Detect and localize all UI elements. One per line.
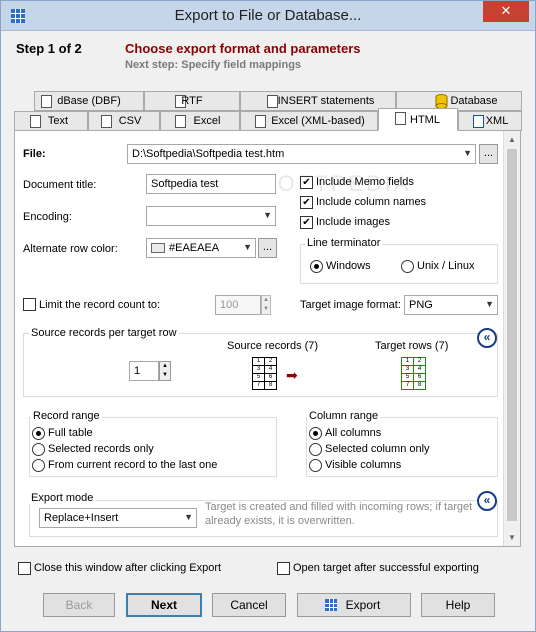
record-range-label: Record range — [31, 410, 102, 422]
next-step-hint: Next step: Specify field mappings — [125, 59, 302, 71]
html-options-panel: ▲ ▼ SOFTPEDIA File: D:\Softpedia\Softped… — [14, 130, 521, 547]
arrow-right-icon: ➡ — [286, 367, 298, 383]
scroll-thumb[interactable] — [507, 149, 517, 521]
target-image-format-select[interactable]: PNG ▼ — [404, 295, 498, 315]
limit-record-count-input[interactable]: 100 — [215, 295, 261, 315]
target-image-format-label: Target image format: — [300, 299, 401, 311]
file-path-input[interactable]: D:\Softpedia\Softpedia test.htm ▼ — [127, 144, 476, 164]
export-grid-icon — [325, 599, 337, 611]
open-after-export-checkbox[interactable] — [277, 562, 290, 575]
tab-insert-statements[interactable]: INSERT statements — [240, 91, 396, 111]
column-range-all-radio[interactable] — [309, 427, 322, 440]
window-title: Export to File or Database... — [174, 7, 362, 24]
chevron-down-icon: ▼ — [463, 148, 472, 158]
close-icon: ✕ — [500, 3, 512, 18]
alternate-row-color-label: Alternate row color: — [23, 243, 118, 255]
file-path-value: D:\Softpedia\Softpedia test.htm — [132, 148, 285, 160]
export-mode-select[interactable]: Replace+Insert ▼ — [39, 508, 197, 528]
source-per-target-input[interactable]: 1 — [129, 361, 159, 381]
pick-color-button[interactable]: ... — [258, 238, 277, 258]
browse-file-button[interactable]: ... — [479, 144, 498, 164]
help-button[interactable]: Help — [421, 593, 495, 617]
selected-column-label: Selected column only — [325, 443, 430, 455]
document-title-input[interactable]: Softpedia test — [146, 174, 276, 194]
all-columns-label: All columns — [325, 427, 382, 439]
line-terminator-windows-radio[interactable] — [310, 260, 323, 273]
export-window: Export to File or Database... ✕ Step 1 o… — [0, 0, 536, 632]
include-images-label: Include images — [316, 216, 390, 228]
tab-rtf[interactable]: RTF — [144, 91, 240, 111]
include-column-names-checkbox[interactable] — [300, 196, 313, 209]
include-images-checkbox[interactable] — [300, 216, 313, 229]
column-range-visible-radio[interactable] — [309, 459, 322, 472]
tab-text[interactable]: Text — [14, 111, 88, 131]
export-mode-description: Target is created and filled with incomi… — [205, 501, 473, 527]
include-memo-checkbox[interactable] — [300, 176, 313, 189]
windows-label: Windows — [326, 260, 371, 272]
tab-excel-xml[interactable]: Excel (XML-based) — [240, 111, 378, 131]
title-bar: Export to File or Database... ✕ — [1, 1, 535, 31]
export-mode-value: Replace+Insert — [44, 512, 119, 524]
chevron-down-icon: ▼ — [184, 512, 193, 522]
record-range-selected-radio[interactable] — [32, 443, 45, 456]
current-record-label: From current record to the last one — [48, 459, 218, 471]
vertical-scrollbar[interactable]: ▲ ▼ — [503, 131, 520, 546]
include-column-names-label: Include column names — [316, 196, 427, 208]
tab-excel[interactable]: Excel — [160, 111, 240, 131]
file-label: File: — [23, 148, 46, 160]
color-value: #EAEAEA — [169, 242, 220, 254]
collapse-chevron-icon[interactable]: « — [477, 491, 497, 511]
source-records-grid-icon: 12 34 56 78 — [252, 357, 277, 390]
column-range-label: Column range — [307, 410, 381, 422]
tab-csv[interactable]: CSV — [88, 111, 160, 131]
tab-html[interactable]: HTML — [378, 108, 458, 131]
limit-record-count-label: Limit the record count to: — [39, 299, 161, 311]
export-button[interactable]: Export — [297, 593, 411, 617]
record-range-full-radio[interactable] — [32, 427, 45, 440]
tab-dbase[interactable]: dBase (DBF) — [34, 91, 144, 111]
limit-record-count-checkbox[interactable] — [23, 298, 36, 311]
close-after-export-label: Close this window after clicking Export — [34, 562, 222, 574]
target-rows-grid-icon: 12 34 56 78 — [401, 357, 426, 390]
tab-xml[interactable]: XML — [458, 111, 522, 131]
line-terminator-unix-radio[interactable] — [401, 260, 414, 273]
source-per-target-label: Source records per target row — [29, 327, 179, 339]
scroll-up-icon[interactable]: ▲ — [508, 135, 516, 144]
unix-label: Unix / Linux — [417, 260, 475, 272]
export-mode-label: Export mode — [29, 492, 96, 504]
limit-spinner[interactable]: ▲ ▼ — [261, 295, 271, 315]
selected-records-label: Selected records only — [48, 443, 154, 455]
step-indicator: Step 1 of 2 — [16, 41, 82, 56]
scroll-down-icon[interactable]: ▼ — [508, 533, 516, 542]
target-image-format-value: PNG — [409, 299, 433, 311]
cancel-button[interactable]: Cancel — [212, 593, 286, 617]
collapse-chevron-icon[interactable]: « — [477, 328, 497, 348]
encoding-select[interactable]: ▼ — [146, 206, 276, 226]
chevron-down-icon: ▼ — [243, 242, 252, 252]
chevron-down-icon: ▼ — [485, 299, 494, 309]
close-after-export-checkbox[interactable] — [18, 562, 31, 575]
target-rows-label: Target rows (7) — [375, 340, 449, 352]
next-button[interactable]: Next — [126, 593, 202, 617]
full-table-label: Full table — [48, 427, 93, 439]
record-range-current-radio[interactable] — [32, 459, 45, 472]
wizard-header: Step 1 of 2 Choose export format and par… — [1, 31, 535, 85]
page-title: Choose export format and parameters — [125, 41, 361, 56]
source-per-target-spinner[interactable]: ▲ ▼ — [159, 361, 171, 381]
document-title-label: Document title: — [23, 179, 97, 191]
close-window-button[interactable]: ✕ — [483, 1, 529, 22]
encoding-label: Encoding: — [23, 211, 72, 223]
column-range-selected-radio[interactable] — [309, 443, 322, 456]
chevron-down-icon: ▼ — [263, 210, 272, 220]
alternate-row-color-select[interactable]: #EAEAEA ▼ — [146, 238, 256, 258]
visible-columns-label: Visible columns — [325, 459, 402, 471]
source-records-label: Source records (7) — [227, 340, 319, 352]
line-terminator-label: Line terminator — [305, 237, 383, 249]
back-button[interactable]: Back — [43, 593, 115, 617]
include-memo-label: Include Memo fields — [316, 176, 414, 188]
open-after-export-label: Open target after successful exporting — [293, 562, 479, 574]
color-swatch — [151, 243, 165, 253]
